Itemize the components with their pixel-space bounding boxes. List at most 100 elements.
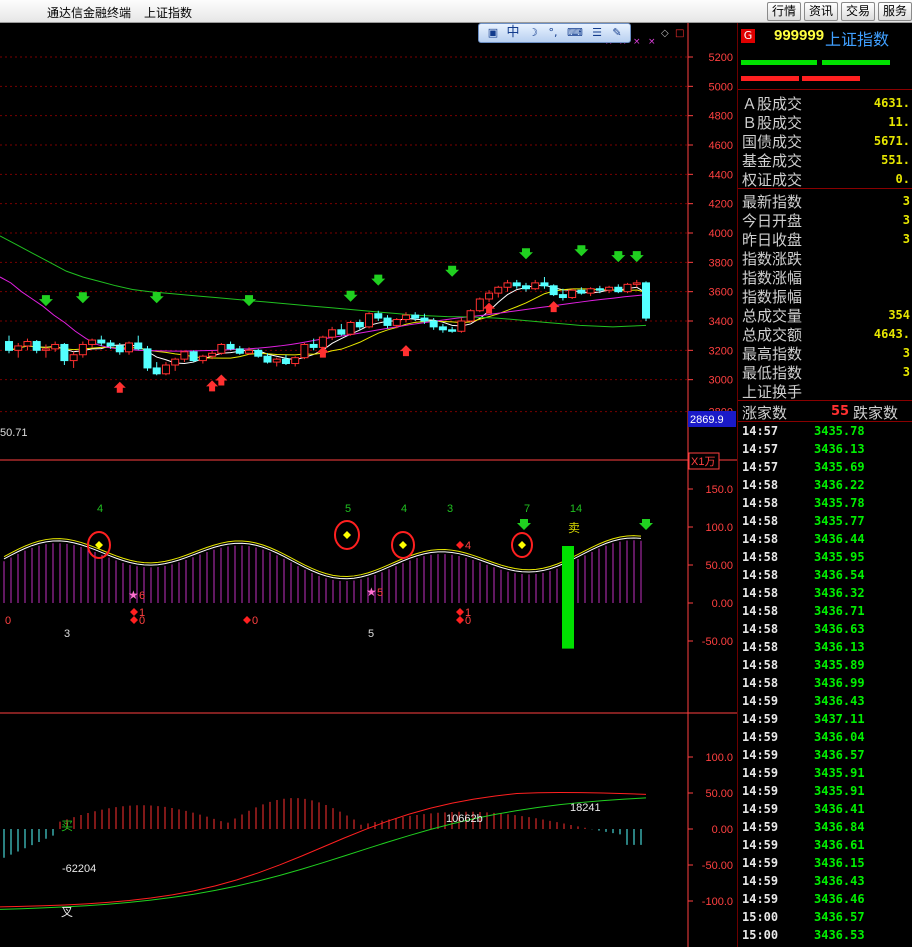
tick-time: 14:59 (742, 766, 779, 780)
tick-row[interactable]: 15:00 3436.53 (742, 928, 912, 946)
candle-body (558, 294, 567, 299)
signal-count: 4 (97, 503, 103, 515)
left-value-label: 50.71 (0, 427, 28, 439)
candle-body (438, 326, 447, 331)
candlesticks[interactable] (5, 277, 650, 376)
marker-label: 6 (139, 590, 145, 602)
title-bar: 通达信金融终端 上证指数 行情 资讯 交易 服务 (0, 0, 912, 23)
tick-row[interactable]: 14:58 3435.78 (742, 496, 912, 514)
menu-trade-button[interactable]: 交易 (841, 2, 875, 21)
index-code[interactable]: 999999 (774, 27, 824, 44)
tick-row[interactable]: 14:58 3436.54 (742, 568, 912, 586)
tick-row[interactable]: 14:59 3436.46 (742, 892, 912, 910)
chart-area[interactable]: 5200500048004600440042004000380036003400… (0, 23, 737, 947)
tick-price: 3436.53 (814, 928, 865, 942)
keyboard-icon[interactable]: ⌨ (567, 25, 583, 41)
tick-time: 14:57 (742, 442, 779, 456)
tick-row[interactable]: 14:59 3436.43 (742, 874, 912, 892)
candle (97, 335, 106, 346)
candle (60, 343, 69, 365)
bar-up (741, 60, 817, 65)
tick-time: 14:58 (742, 568, 779, 582)
oscillator-panel[interactable]: 150.0100.050.000.00-50.00X1万4 5 4 3 7 143 5卖★ 6… (3, 452, 733, 649)
candle (337, 323, 346, 336)
tick-time: 15:00 (742, 928, 779, 942)
tick-row[interactable]: 14:58 3436.44 (742, 532, 912, 550)
candle (143, 345, 152, 371)
trading-terminal: 通达信金融终端 上证指数 行情 资讯 交易 服务 5200 5000 4800 460… (0, 0, 912, 947)
y-tick-label: 0.00 (712, 824, 733, 836)
tick-row[interactable]: 14:58 3436.13 (742, 640, 912, 658)
chinese-input-icon[interactable]: 中 (505, 25, 521, 41)
signal-count: 5 (345, 503, 351, 515)
y-tick-label: 4400 (709, 169, 733, 181)
tick-row[interactable]: 14:59 3436.61 (742, 838, 912, 856)
candle-body (272, 358, 281, 363)
candle-body (134, 342, 143, 350)
floating-toolbar[interactable]: ▣ 中 ☽ °, ⌨ ☰ ✎ (478, 23, 631, 43)
tick-row[interactable]: 14:59 3436.57 (742, 748, 912, 766)
sell-arrow-icon (483, 302, 496, 314)
tick-row[interactable]: 14:57 3436.13 (742, 442, 912, 460)
tick-row[interactable]: 14:58 3436.32 (742, 586, 912, 604)
wrench-icon[interactable]: ✎ (609, 25, 625, 41)
tick-row[interactable]: 14:59 3437.11 (742, 712, 912, 730)
tick-row[interactable]: 14:57 3435.69 (742, 460, 912, 478)
macd-panel[interactable]: 100.0 50.00 0.00 -50.00 -100.0 -62204 10662b 18… (0, 752, 733, 919)
tick-time: 14:58 (742, 658, 779, 672)
tick-price: 3436.41 (814, 802, 865, 816)
candle (198, 354, 207, 364)
tick-price: 3436.57 (814, 748, 865, 762)
menu-icon[interactable]: ☰ (589, 25, 605, 41)
menu-news-button[interactable]: 资讯 (804, 2, 838, 21)
tick-row[interactable]: 14:59 3436.84 (742, 820, 912, 838)
y-tick-label: 5000 (709, 81, 733, 93)
settings-icon[interactable]: ▣ (485, 25, 501, 41)
candle-body (263, 355, 272, 363)
tick-time: 14:59 (742, 748, 779, 762)
divider (738, 89, 912, 90)
candle (23, 338, 32, 351)
tick-row[interactable]: 14:59 3436.04 (742, 730, 912, 748)
menu-quotes-button[interactable]: 行情 (767, 2, 801, 21)
candle (272, 357, 281, 367)
tick-price: 3436.63 (814, 622, 865, 636)
tick-time: 14:59 (742, 874, 779, 888)
moon-icon[interactable]: ☽ (525, 25, 541, 41)
candle-body (420, 317, 429, 322)
symbol-icon[interactable]: °, (545, 25, 561, 41)
y-tick-label: 100.0 (705, 752, 733, 764)
tick-row[interactable]: 15:00 3436.57 (742, 910, 912, 928)
menu-service-button[interactable]: 服务 (878, 2, 912, 21)
tick-row[interactable]: 14:59 3436.41 (742, 802, 912, 820)
candle-body (355, 321, 364, 328)
tick-row[interactable]: 14:58 3436.22 (742, 478, 912, 496)
tick-time: 14:59 (742, 856, 779, 870)
buy-arrow-icon (611, 251, 626, 263)
candle-body (23, 341, 32, 347)
tick-row[interactable]: 14:58 3436.99 (742, 676, 912, 694)
tick-price: 3435.78 (814, 424, 865, 438)
candle-body (254, 349, 263, 357)
tick-row[interactable]: 14:58 3436.71 (742, 604, 912, 622)
stat-label: 指数涨幅 (742, 269, 803, 287)
tick-price: 3436.57 (814, 910, 865, 924)
candle (180, 350, 189, 363)
tick-row[interactable]: 14:58 3435.89 (742, 658, 912, 676)
index-name[interactable]: 上证指数 (825, 26, 889, 50)
tick-row[interactable]: 14:59 3435.91 (742, 766, 912, 784)
sell-label: 卖 (568, 521, 580, 535)
tick-row[interactable]: 14:59 3435.91 (742, 784, 912, 802)
tick-row[interactable]: 14:59 3436.15 (742, 856, 912, 874)
stat-label: 指数振幅 (742, 288, 803, 306)
tick-price: 3435.77 (814, 514, 865, 528)
tick-row[interactable]: 14:58 3435.95 (742, 550, 912, 568)
tick-row[interactable]: 14:58 3436.63 (742, 622, 912, 640)
tick-row[interactable]: 14:59 3436.43 (742, 694, 912, 712)
tick-row[interactable]: 14:58 3435.77 (742, 514, 912, 532)
candle-body (540, 282, 549, 287)
tick-row[interactable]: 14:57 3435.78 (742, 424, 912, 442)
candle-body (512, 282, 521, 287)
stat-value: 3 (902, 194, 910, 208)
g-badge-icon: G (741, 29, 755, 43)
